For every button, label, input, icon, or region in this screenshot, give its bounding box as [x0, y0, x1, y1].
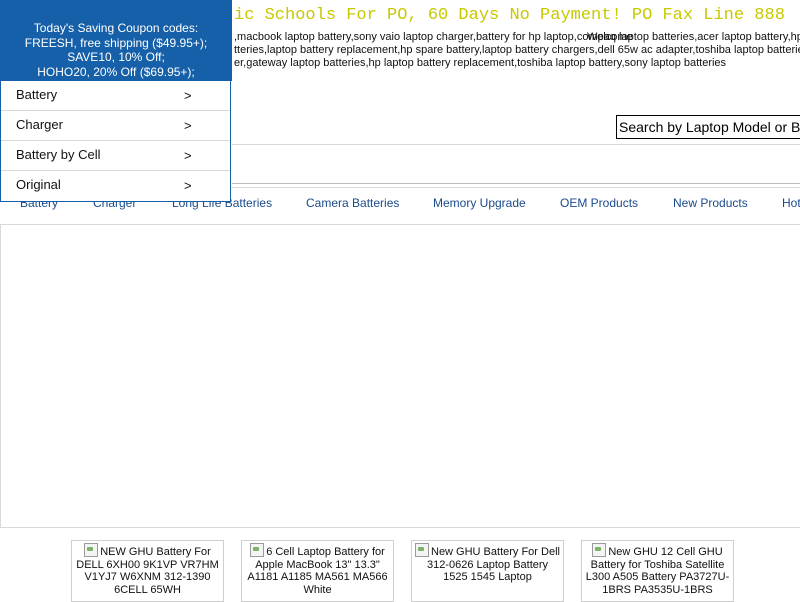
menu-item-label: Battery by Cell — [16, 147, 101, 162]
seo-keywords-line-2: tteries,laptop battery replacement,hp sp… — [234, 44, 800, 56]
product-card[interactable]: 6 Cell Laptop Battery for Apple MacBook … — [241, 540, 394, 602]
chevron-right-icon: > — [184, 148, 192, 163]
category-menu: Battery > Charger > Battery by Cell > Or… — [0, 81, 231, 202]
broken-image-icon — [592, 543, 607, 557]
broken-image-icon — [84, 543, 99, 557]
product-card[interactable]: NEW GHU Battery For DELL 6XH00 9K1VP VR7… — [71, 540, 224, 602]
menu-item-battery[interactable]: Battery > — [1, 81, 230, 111]
coupon-panel: Today's Saving Coupon codes: FREESH, fre… — [0, 0, 232, 81]
nav-item-new-products[interactable]: New Products — [673, 196, 748, 210]
coupon-line: SAVE10, 10% Off; — [67, 50, 165, 64]
menu-item-battery-by-cell[interactable]: Battery by Cell > — [1, 141, 230, 171]
chevron-right-icon: > — [184, 88, 192, 103]
menu-item-charger[interactable]: Charger > — [1, 111, 230, 141]
divider — [232, 144, 800, 145]
product-card[interactable]: New GHU 12 Cell GHU Battery for Toshiba … — [581, 540, 734, 602]
menu-item-original[interactable]: Original > — [1, 171, 230, 201]
product-title[interactable]: New GHU Battery For Dell 312-0626 Laptop… — [427, 546, 560, 583]
divider — [0, 224, 800, 225]
divider — [232, 183, 800, 184]
nav-item-camera-batteries[interactable]: Camera Batteries — [306, 196, 399, 210]
promo-banner-text: ic Schools For PO, 60 Days No Payment! P… — [234, 6, 785, 25]
coupon-line: HOHO20, 20% Off ($69.95+); — [37, 64, 195, 79]
broken-image-icon — [250, 543, 265, 557]
promo-banner: ic Schools For PO, 60 Days No Payment! P… — [210, 4, 800, 26]
menu-item-label: Charger — [16, 117, 63, 132]
product-title[interactable]: New GHU 12 Cell GHU Battery for Toshiba … — [586, 546, 730, 596]
menu-item-label: Battery — [16, 87, 58, 102]
search-input[interactable]: Search by Laptop Model or Battery — [616, 115, 800, 139]
product-strip: NEW GHU Battery For DELL 6XH00 9K1VP VR7… — [0, 527, 800, 602]
broken-image-icon — [415, 543, 429, 557]
seo-keywords-line-1: ,macbook laptop battery,sony vaio laptop… — [234, 31, 800, 43]
menu-item-label: Original — [16, 177, 61, 192]
seo-keywords-line-3: er,gateway laptop batteries,hp laptop ba… — [234, 57, 727, 69]
nav-item-hot[interactable]: Hot — [782, 196, 800, 210]
nav-item-oem-products[interactable]: OEM Products — [560, 196, 638, 210]
nav-item-memory-upgrade[interactable]: Memory Upgrade — [433, 196, 526, 210]
welcome-text: Welcome — [587, 31, 633, 43]
chevron-right-icon: > — [184, 178, 192, 193]
product-card[interactable]: New GHU Battery For Dell 312-0626 Laptop… — [411, 540, 564, 602]
product-title[interactable]: 6 Cell Laptop Battery for Apple MacBook … — [247, 546, 387, 596]
coupon-title: Today's Saving Coupon codes: — [33, 21, 199, 35]
coupon-line: FREESH, free shipping ($49.95+); — [24, 35, 208, 50]
chevron-right-icon: > — [184, 118, 192, 133]
